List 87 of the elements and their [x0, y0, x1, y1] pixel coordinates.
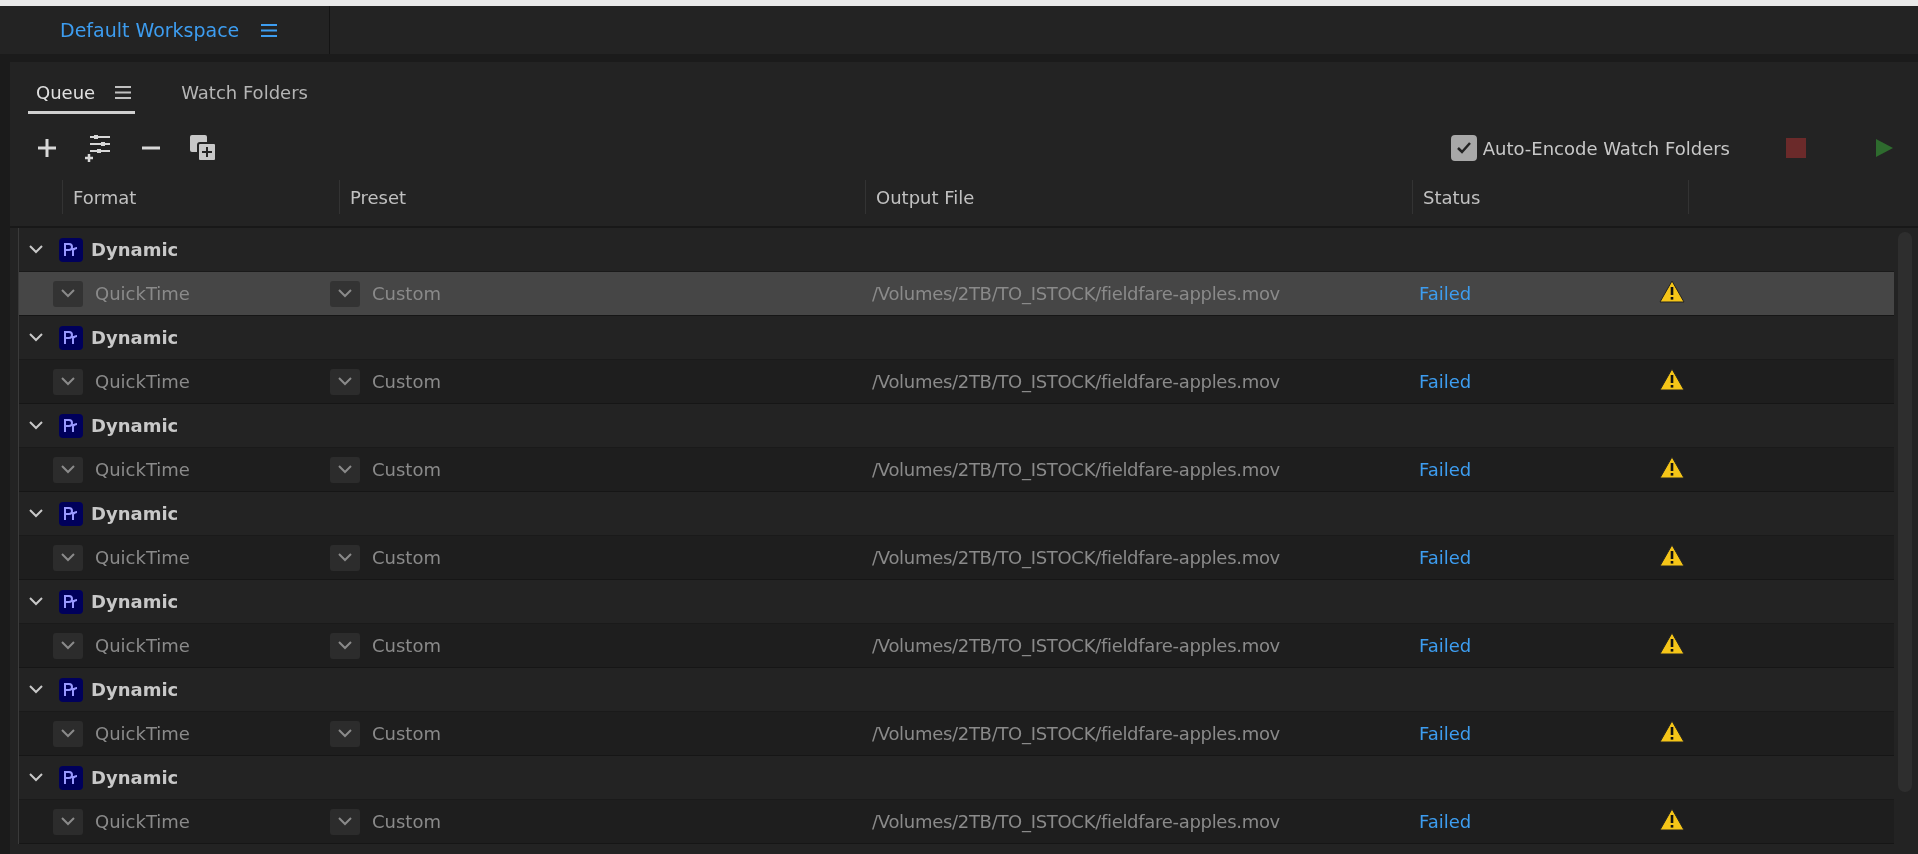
checkbox[interactable] [1450, 135, 1477, 161]
preset-text: Custom [372, 811, 441, 832]
format-text: QuickTime [95, 811, 190, 832]
premiere-app-icon [59, 237, 83, 262]
group-name: Dynamic [91, 239, 179, 260]
premiere-app-icon [59, 677, 83, 702]
output-file-link[interactable]: /Volumes/2TB/TO_ISTOCK/fieldfare-apples.mov [856, 811, 1403, 832]
preset-text: Custom [372, 635, 441, 656]
format-text: QuickTime [95, 723, 190, 744]
queue-row[interactable]: QuickTime Custom /Volumes/2TB/TO_ISTOCK/fieldfare-apples.mov Failed [19, 448, 1894, 492]
group-name: Dynamic [91, 415, 179, 436]
format-dropdown[interactable] [53, 544, 83, 571]
preset-text: Custom [372, 283, 441, 304]
queue-row[interactable]: QuickTime Custom /Volumes/2TB/TO_ISTOCK/fieldfare-apples.mov Failed [19, 360, 1894, 404]
column-header[interactable]: Output File [865, 180, 1412, 214]
preset-dropdown[interactable] [330, 544, 360, 571]
format-dropdown[interactable] [53, 720, 83, 747]
status-text: Failed [1418, 547, 1473, 568]
chevron-down-icon [61, 641, 75, 650]
group-name: Dynamic [91, 327, 179, 348]
output-file-link[interactable]: /Volumes/2TB/TO_ISTOCK/fieldfare-apples.mov [856, 371, 1403, 392]
status-text: Failed [1418, 371, 1473, 392]
chevron-down-icon [61, 553, 75, 562]
workspace-title[interactable]: Default Workspace [60, 19, 240, 41]
group-name: Dynamic [91, 679, 179, 700]
chevron-down-icon [338, 817, 352, 826]
chevron-down-icon [61, 729, 75, 738]
status-text: Failed [1418, 459, 1473, 480]
panel-tab[interactable]: Queue [28, 76, 136, 114]
chevron-down-icon [61, 377, 75, 386]
chevron-down-icon [338, 641, 352, 650]
format-dropdown[interactable] [53, 368, 83, 395]
premiere-app-icon [59, 589, 83, 614]
format-text: QuickTime [95, 635, 190, 656]
column-header[interactable]: Format [62, 180, 339, 214]
preset-dropdown[interactable] [330, 456, 360, 483]
format-dropdown[interactable] [53, 808, 83, 835]
output-file-link[interactable]: /Volumes/2TB/TO_ISTOCK/fieldfare-apples.mov [856, 547, 1403, 568]
checkbox-label[interactable]: Auto-Encode Watch Folders [1482, 137, 1730, 159]
preset-text: Custom [372, 547, 441, 568]
output-file-link[interactable]: /Volumes/2TB/TO_ISTOCK/fieldfare-apples.mov [856, 723, 1403, 744]
column-header[interactable]: Status [1412, 180, 1688, 214]
queue-row[interactable]: QuickTime Custom /Volumes/2TB/TO_ISTOCK/fieldfare-apples.mov Failed [19, 272, 1894, 316]
column-header[interactable]: Preset [339, 180, 865, 214]
preset-dropdown[interactable] [330, 280, 360, 307]
chevron-down-icon [61, 817, 75, 826]
format-dropdown[interactable] [53, 632, 83, 659]
preset-dropdown[interactable] [330, 720, 360, 747]
format-dropdown[interactable] [53, 280, 83, 307]
preset-text: Custom [372, 723, 441, 744]
status-text: Failed [1418, 635, 1473, 656]
premiere-app-icon [59, 413, 83, 438]
preset-dropdown[interactable] [330, 632, 360, 659]
panel-tab[interactable]: Watch Folders [173, 76, 312, 114]
queue-row[interactable]: QuickTime Custom /Volumes/2TB/TO_ISTOCK/fieldfare-apples.mov Failed [19, 536, 1894, 580]
chevron-down-icon [338, 465, 352, 474]
format-text: QuickTime [95, 283, 190, 304]
queue-row[interactable]: QuickTime Custom /Volumes/2TB/TO_ISTOCK/fieldfare-apples.mov Failed [19, 712, 1894, 756]
format-text: QuickTime [95, 459, 190, 480]
queue-row[interactable]: QuickTime Custom /Volumes/2TB/TO_ISTOCK/fieldfare-apples.mov Failed [19, 624, 1894, 668]
chevron-down-icon [338, 377, 352, 386]
preset-text: Custom [372, 371, 441, 392]
output-file-link[interactable]: /Volumes/2TB/TO_ISTOCK/fieldfare-apples.mov [856, 459, 1403, 480]
format-text: QuickTime [95, 547, 190, 568]
menu-icon[interactable] [115, 86, 132, 99]
chevron-down-icon [61, 465, 75, 474]
status-text: Failed [1418, 811, 1473, 832]
format-dropdown[interactable] [53, 456, 83, 483]
chevron-down-icon [338, 729, 352, 738]
chevron-down-icon [338, 289, 352, 298]
preset-dropdown[interactable] [330, 368, 360, 395]
status-text: Failed [1418, 723, 1473, 744]
premiere-app-icon [59, 501, 83, 526]
premiere-app-icon [59, 765, 83, 790]
chevron-down-icon [61, 289, 75, 298]
format-text: QuickTime [95, 371, 190, 392]
preset-text: Custom [372, 459, 441, 480]
premiere-app-icon [59, 325, 83, 350]
output-file-link[interactable]: /Volumes/2TB/TO_ISTOCK/fieldfare-apples.mov [856, 635, 1403, 656]
queue-row[interactable]: QuickTime Custom /Volumes/2TB/TO_ISTOCK/fieldfare-apples.mov Failed [19, 800, 1894, 844]
menu-icon[interactable] [261, 23, 278, 37]
group-name: Dynamic [91, 591, 179, 612]
group-name: Dynamic [91, 767, 179, 788]
preset-dropdown[interactable] [330, 808, 360, 835]
status-text: Failed [1418, 283, 1473, 304]
chevron-down-icon [338, 553, 352, 562]
group-name: Dynamic [91, 503, 179, 524]
